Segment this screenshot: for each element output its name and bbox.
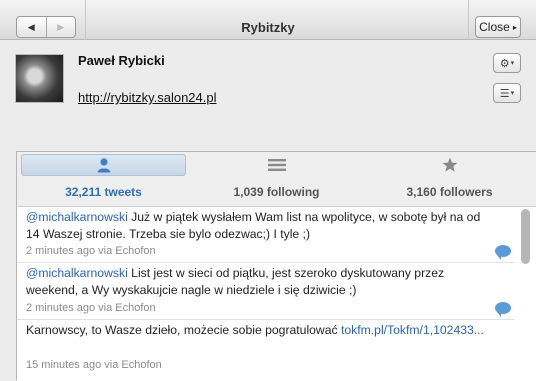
close-arrow-icon: ▸ [512, 22, 517, 32]
reply-bubble-icon[interactable] [495, 302, 511, 317]
toolbar-divider [468, 0, 469, 40]
tweet-item[interactable]: @michalkarnowski Już w piątek wysłałem W… [17, 207, 515, 263]
title-bar: ◀ ▶ Rybitzky Close ▸ [0, 0, 536, 40]
timeline-panel: 32,211 tweets 1,039 following 3,160 foll… [16, 151, 536, 381]
tab-followers[interactable]: 3,160 followers [363, 152, 536, 206]
tab-following-label: 1,039 following [233, 185, 320, 199]
tweet-meta: 2 minutes ago via Echofon [26, 245, 156, 257]
mention-link[interactable]: @michalkarnowski [26, 266, 128, 280]
tweet-meta: 15 minutes ago via Echofon [26, 359, 162, 371]
window-title: Rybitzky [241, 20, 295, 35]
tweet-url-link[interactable]: tokfm.pl/Tokfm/1,102433... [341, 323, 484, 337]
close-label: Close [479, 20, 510, 34]
profile-header: Paweł Rybicki http://rybitzky.salon24.pl… [0, 40, 536, 150]
tweet-list-scrollbar[interactable] [520, 207, 532, 381]
list-icon [190, 154, 363, 176]
avatar[interactable] [15, 54, 64, 103]
tab-following[interactable]: 1,039 following [190, 152, 363, 206]
menu-icon: ☰ [499, 87, 510, 100]
gear-icon: ⚙ [499, 57, 510, 70]
tab-followers-label: 3,160 followers [406, 185, 493, 199]
profile-url-link[interactable]: http://rybitzky.salon24.pl [78, 90, 217, 105]
profile-tabs: 32,211 tweets 1,039 following 3,160 foll… [17, 152, 536, 207]
person-icon [21, 154, 186, 176]
star-icon [363, 154, 536, 176]
tab-tweets-label: 32,211 tweets [65, 185, 142, 199]
tweet-list: @michalkarnowski Już w piątek wysłałem W… [17, 207, 536, 381]
reply-bubble-icon[interactable] [495, 245, 511, 260]
scrollbar-thumb[interactable] [521, 209, 530, 264]
tweet-meta: 2 minutes ago via Echofon [26, 302, 156, 314]
profile-name: Paweł Rybicki [78, 53, 165, 68]
close-button[interactable]: Close ▸ [475, 16, 521, 38]
tweet-body: Karnowscy, to Wasze dzieło, możecie sobi… [26, 323, 341, 337]
tweet-text: Karnowscy, to Wasze dzieło, możecie sobi… [26, 322, 496, 339]
tweet-item[interactable]: @michalkarnowski List jest w sieci od pi… [17, 262, 515, 320]
chevron-down-icon: ▾ [510, 60, 515, 67]
gear-menu-button[interactable]: ⚙ ▾ [493, 53, 521, 73]
mention-link[interactable]: @michalkarnowski [26, 210, 128, 224]
tab-tweets[interactable]: 32,211 tweets [17, 152, 190, 206]
tweet-text: @michalkarnowski List jest w sieci od pi… [26, 265, 496, 299]
tweet-item[interactable]: Karnowscy, to Wasze dzieło, możecie sobi… [17, 319, 515, 381]
chevron-down-icon: ▾ [510, 90, 515, 97]
tweet-text: @michalkarnowski Już w piątek wysłałem W… [26, 209, 496, 243]
list-menu-button[interactable]: ☰ ▾ [493, 83, 521, 103]
